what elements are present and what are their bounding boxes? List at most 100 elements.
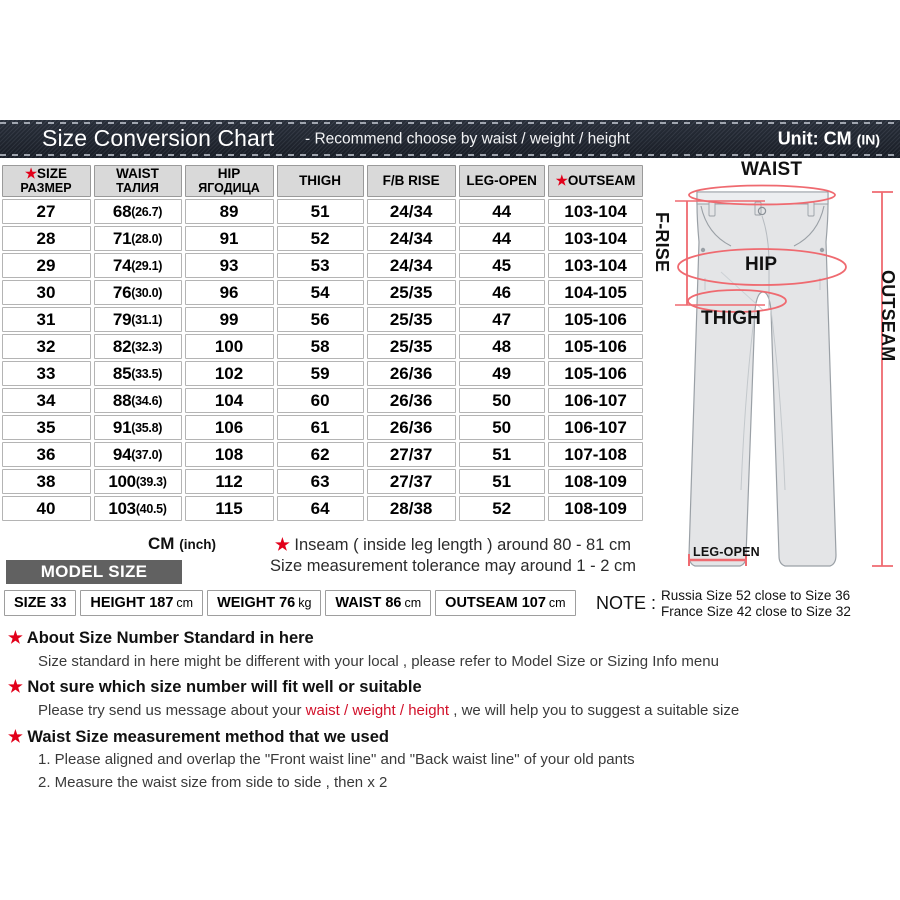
table-cell-fb-rise: 24/34 — [366, 253, 456, 278]
table-cell-thigh: 58 — [276, 334, 364, 359]
table-cell-thigh: 59 — [276, 361, 364, 386]
table-cell-fb-rise: 25/35 — [366, 307, 456, 332]
table-cell-outseam: 107-108 — [547, 442, 644, 467]
diagram-label-outseam: OUTSEAM — [878, 270, 898, 362]
waist-inch-value: (32.3) — [131, 339, 163, 354]
table-cell-outseam: 103-104 — [547, 226, 644, 251]
table-cell-fb-rise: 26/36 — [366, 361, 456, 386]
page-title: Size Conversion Chart — [42, 124, 275, 151]
table-header-row: ★SIZE РАЗМЕР WAIST ТАЛИЯ HIP ЯГОДИЦА THIGH F/B … — [0, 164, 645, 198]
table-cell-size: 36 — [1, 442, 91, 467]
model-size-item-text: WAIST 86 — [335, 595, 402, 611]
waist-cm-value: 91 — [112, 417, 132, 437]
table-row: 32 82 (32.3) 100 58 25/35 48 105-106 — [0, 333, 645, 360]
table-cell-waist: 76 (30.0) — [93, 280, 182, 305]
waist-cm-value: 100 — [108, 471, 136, 491]
inseam-note-line2: Size measurement tolerance may around 1 … — [270, 556, 636, 575]
bottom-notes: ★ About Size Number Standard in here Siz… — [8, 624, 892, 794]
table-cell-leg-open: 50 — [458, 388, 545, 413]
diagram-label-thigh: THIGH — [701, 308, 762, 329]
waist-inch-value: (33.5) — [131, 366, 163, 381]
table-cell-fb-rise: 26/36 — [366, 388, 456, 413]
table-row: 34 88 (34.6) 104 60 26/36 50 106-107 — [0, 387, 645, 414]
bullet-star-icon-1: ★ — [8, 629, 23, 647]
table-row: 27 68 (26.7) 89 51 24/34 44 103-104 — [0, 198, 645, 225]
table-cell-leg-open: 46 — [458, 280, 545, 305]
table-cell-waist: 79 (31.1) — [93, 307, 182, 332]
table-cell-size: 28 — [1, 226, 91, 251]
bottom-sub-2-b: , we will help you to suggest a suitable… — [449, 702, 740, 719]
table-header-cell-outseam: ★OUTSEAM — [547, 165, 644, 197]
table-cell-leg-open: 44 — [458, 199, 545, 224]
header-label-ru: РАЗМЕР — [20, 180, 72, 195]
table-cell-outseam: 104-105 — [547, 280, 644, 305]
header-label-en: WAIST — [116, 166, 159, 182]
table-cell-size: 30 — [1, 280, 91, 305]
stitch-line-top — [0, 122, 900, 124]
table-cell-fb-rise: 24/34 — [366, 199, 456, 224]
bottom-heading-1: ★ About Size Number Standard in here — [8, 626, 892, 651]
model-size-label: MODEL SIZE — [6, 560, 182, 584]
waist-inch-value: (35.8) — [131, 420, 163, 435]
bottom-heading-2: ★ Not sure which size number will fit we… — [8, 675, 892, 700]
table-cell-outseam: 105-106 — [547, 307, 644, 332]
waist-cm-value: 74 — [112, 255, 132, 275]
pants-illustration-icon — [675, 184, 893, 567]
table-cell-fb-rise: 26/36 — [366, 415, 456, 440]
waist-cm-value: 88 — [112, 390, 132, 410]
table-cell-waist: 91 (35.8) — [93, 415, 182, 440]
unit-label: Unit: CM (IN) — [778, 129, 880, 150]
table-cell-fb-rise: 28/38 — [366, 496, 456, 521]
waist-cm-value: 79 — [112, 309, 132, 329]
table-cell-thigh: 62 — [276, 442, 364, 467]
table-cell-outseam: 103-104 — [547, 253, 644, 278]
waist-inch-value: (26.7) — [131, 204, 163, 219]
required-star-icon: ★ — [555, 172, 568, 188]
table-cell-hip: 96 — [184, 280, 274, 305]
table-cell-thigh: 63 — [276, 469, 364, 494]
table-row: 33 85 (33.5) 102 59 26/36 49 105-106 — [0, 360, 645, 387]
header-label-en: HIP — [217, 166, 241, 182]
table-cell-hip: 99 — [184, 307, 274, 332]
header-label-en: ★SIZE — [24, 166, 68, 182]
table-cell-outseam: 108-109 — [547, 496, 644, 521]
table-header-cell-leg-open: LEG-OPEN — [458, 165, 545, 197]
table-cell-leg-open: 50 — [458, 415, 545, 440]
waist-inch-value: (30.0) — [131, 285, 163, 300]
table-cell-thigh: 54 — [276, 280, 364, 305]
table-cell-leg-open: 44 — [458, 226, 545, 251]
table-cell-hip: 112 — [184, 469, 274, 494]
bottom-heading-2-text: Not sure which size number will fit well… — [27, 678, 422, 697]
table-cell-size: 32 — [1, 334, 91, 359]
table-cell-leg-open: 51 — [458, 442, 545, 467]
table-cell-thigh: 53 — [276, 253, 364, 278]
inseam-line1-text: Inseam ( inside leg length ) around 80 -… — [289, 536, 631, 554]
table-cell-waist: 94 (37.0) — [93, 442, 182, 467]
model-size-item-text: HEIGHT 187 — [90, 595, 174, 611]
table-cell-waist: 82 (32.3) — [93, 334, 182, 359]
diagram-label-leg-open: LEG-OPEN — [693, 545, 760, 559]
unit-label-in: (IN) — [856, 131, 880, 148]
bottom-sub-4: 2. Measure the waist size from side to s… — [38, 773, 388, 791]
model-size-item: SIZE 33 — [4, 590, 77, 616]
table-cell-leg-open: 45 — [458, 253, 545, 278]
stitch-line-bottom — [0, 154, 900, 156]
table-cell-fb-rise: 27/37 — [366, 469, 456, 494]
title-subtitle: - Recommend choose by waist / weight / h… — [305, 130, 630, 148]
table-cell-leg-open: 49 — [458, 361, 545, 386]
bottom-heading-3-text: Waist Size measurement method that we us… — [27, 727, 389, 746]
cm-text: CM — [148, 534, 180, 553]
note-line-russia: Russia Size 52 close to Size 36 — [661, 588, 851, 603]
waist-inch-value: (34.6) — [131, 393, 163, 408]
waist-cm-value: 76 — [112, 282, 132, 302]
size-chart-page: Size Conversion Chart - Recommend choose… — [0, 0, 900, 900]
bottom-sub-1: Size standard in here might be different… — [38, 652, 719, 670]
inch-text: (inch) — [179, 537, 216, 552]
unit-label-cm: Unit: CM — [777, 128, 857, 149]
waist-inch-value: (31.1) — [131, 312, 163, 327]
table-header-cell-f-b-rise: F/B RISE — [366, 165, 456, 197]
title-bar: Size Conversion Chart - Recommend choose… — [0, 120, 900, 158]
header-label-en: THIGH — [299, 172, 342, 188]
header-label-en: F/B RISE — [382, 172, 440, 188]
table-cell-size: 40 — [1, 496, 91, 521]
